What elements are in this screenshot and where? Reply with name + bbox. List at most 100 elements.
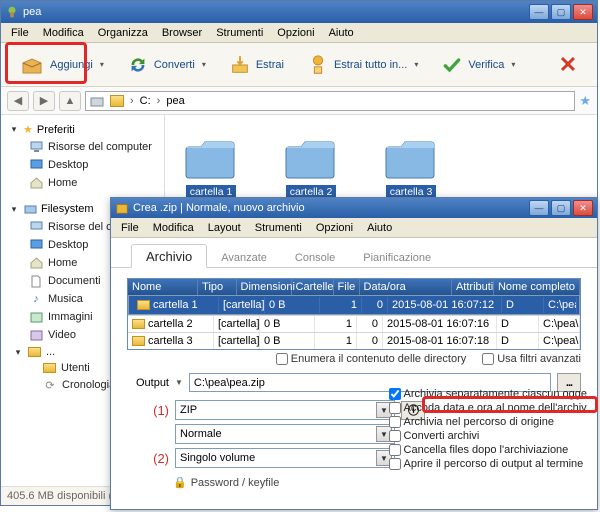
drive-icon [90,94,104,108]
extract-label: Estrai [256,59,284,71]
opt-delete-after[interactable]: Cancella files dopo l'archiviazione [389,444,587,456]
menu-options[interactable]: Opzioni [271,25,320,41]
password-label[interactable]: Password / keyfile [191,477,280,489]
document-icon [29,274,43,288]
lock-icon: 🔒 [173,476,187,489]
dmenu-file[interactable]: File [115,220,145,236]
archive-icon [115,201,129,215]
x-red-icon: ✕ [556,53,580,77]
window-title: pea [23,6,41,18]
toolbar-x-button[interactable]: ✕ [545,48,591,82]
video-icon [29,328,43,342]
main-titlebar[interactable]: pea — ▢ ✕ [1,1,597,23]
folder-large-icon [183,133,239,183]
address-field[interactable]: › C: › pea [85,91,575,111]
computer-icon [29,140,43,154]
bookmark-icon[interactable]: ★ [579,93,591,109]
menu-organize[interactable]: Organizza [92,25,154,41]
opt-separate[interactable]: Archivia separatamente ciascun ogge [389,388,587,400]
star-icon: ★ [23,123,33,136]
check-adv-filters[interactable]: Usa filtri avanzati [482,353,581,365]
dmenu-options[interactable]: Opzioni [310,220,359,236]
main-toolbar: Aggiungi▾ Converti▾ Estrai Estrai tutto … [1,43,597,87]
tab-archive[interactable]: Archivio [131,244,207,268]
folder-icon [137,300,150,310]
filesystem-label[interactable]: Filesystem [41,203,94,215]
tab-schedule[interactable]: Pianificazione [349,248,445,267]
menu-edit[interactable]: Modifica [37,25,90,41]
tabs: Archivio Avanzate Console Pianificazione [111,238,597,268]
minimize-button[interactable]: — [529,4,549,20]
address-bar: ◀ ▶ ▲ › C: › pea ★ [1,87,597,115]
computer-icon [29,220,43,234]
level-select[interactable]: Normale▼ [175,424,395,444]
maximize-button[interactable]: ▢ [551,4,571,20]
address-path: pea [166,95,184,107]
up-button[interactable]: ▲ [59,91,81,111]
file-grid: Nome Tipo Dimensioni Cartelle File Data/… [127,278,581,350]
menu-browser[interactable]: Browser [156,25,208,41]
grid-row-3[interactable]: cartella 3 [cartella] 0 B 1 0 2015-08-01… [128,332,580,349]
grid-row-1[interactable]: cartella 1 [cartella] 0 B 1 0 2015-08-01… [128,295,580,315]
folder-icon [110,95,124,107]
grid-header[interactable]: Nome Tipo Dimensioni Cartelle File Data/… [128,279,580,295]
close-button[interactable]: ✕ [573,4,593,20]
grid-row-2[interactable]: cartella 2 [cartella] 0 B 1 0 2015-08-01… [128,315,580,332]
dialog-titlebar[interactable]: Crea .zip | Normale, nuovo archivio — ▢ … [111,198,597,218]
extract-all-icon [306,53,330,77]
dmenu-layout[interactable]: Layout [202,220,247,236]
tree-desktop[interactable]: Desktop [9,156,164,174]
forward-button[interactable]: ▶ [33,91,55,111]
dialog-menubar: File Modifica Layout Strumenti Opzioni A… [111,218,597,238]
tree-home[interactable]: Home [9,174,164,192]
folder-icon [132,319,145,329]
folder-large-icon [383,133,439,183]
extract-button[interactable]: Estrai [217,48,295,82]
dialog-maximize[interactable]: ▢ [551,200,571,216]
back-button[interactable]: ◀ [7,91,29,111]
menu-file[interactable]: File [5,25,35,41]
dmenu-edit[interactable]: Modifica [147,220,200,236]
address-drive: C: [140,95,151,107]
folder-icon [43,363,56,373]
image-icon [29,310,43,324]
dialog-title: Crea .zip | Normale, nuovo archivio [133,202,305,214]
volume-select[interactable]: Singolo volume▼ [175,448,395,468]
dialog-close[interactable]: ✕ [573,200,593,216]
tree-computer[interactable]: Risorse del computer [9,138,164,156]
menu-tools[interactable]: Strumenti [210,25,269,41]
tab-advanced[interactable]: Avanzate [207,248,281,267]
dialog-minimize[interactable]: — [529,200,549,216]
opt-open-output[interactable]: Aprire il percorso di output al termine [389,458,587,470]
format-select[interactable]: ZIP▼ [175,400,395,420]
main-menubar: File Modifica Organizza Browser Strument… [1,23,597,43]
convert-button[interactable]: Converti▾ [115,48,217,82]
history-icon: ⟳ [43,378,57,392]
menu-help[interactable]: Aiuto [323,25,360,41]
add-label: Aggiungi [50,59,93,71]
opt-convert[interactable]: Converti archivi [389,430,587,442]
output-label: Output [127,377,169,389]
extract-all-button[interactable]: Estrai tutto in...▾ [295,48,429,82]
home-icon [29,256,43,270]
home-icon [29,176,43,190]
verify-label: Verifica [468,59,504,71]
favorites-label[interactable]: Preferiti [37,124,75,136]
add-button[interactable]: Aggiungi▾ [7,48,115,82]
opt-append-date[interactable]: Accoda data e ora al nome dell'archiv [389,402,587,414]
check-enum-dir[interactable]: Enumera il contenuto delle directory [276,353,466,365]
tab-console[interactable]: Console [281,248,349,267]
folder-large-icon [283,133,339,183]
extract-icon [228,53,252,77]
dmenu-help[interactable]: Aiuto [361,220,398,236]
app-icon [5,5,19,19]
check-icon [440,53,464,77]
drive-icon [23,202,37,216]
create-zip-dialog: Crea .zip | Normale, nuovo archivio — ▢ … [110,197,598,510]
dmenu-tools[interactable]: Strumenti [249,220,308,236]
opt-archive-source[interactable]: Archivia nel percorso di origine [389,416,587,428]
desktop-icon [29,158,43,172]
verify-button[interactable]: Verifica▾ [429,48,526,82]
folder-icon [28,347,41,357]
marker-2: (2) [127,451,169,466]
